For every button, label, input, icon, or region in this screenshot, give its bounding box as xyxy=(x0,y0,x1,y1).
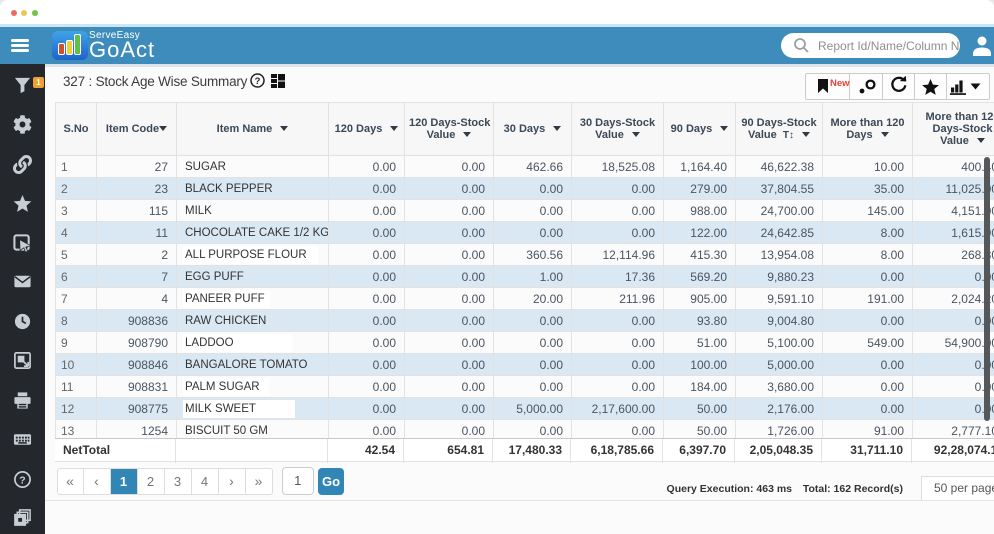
svg-text:?: ? xyxy=(255,76,261,87)
svg-text:New: New xyxy=(830,78,850,89)
svg-text:?: ? xyxy=(19,475,25,486)
